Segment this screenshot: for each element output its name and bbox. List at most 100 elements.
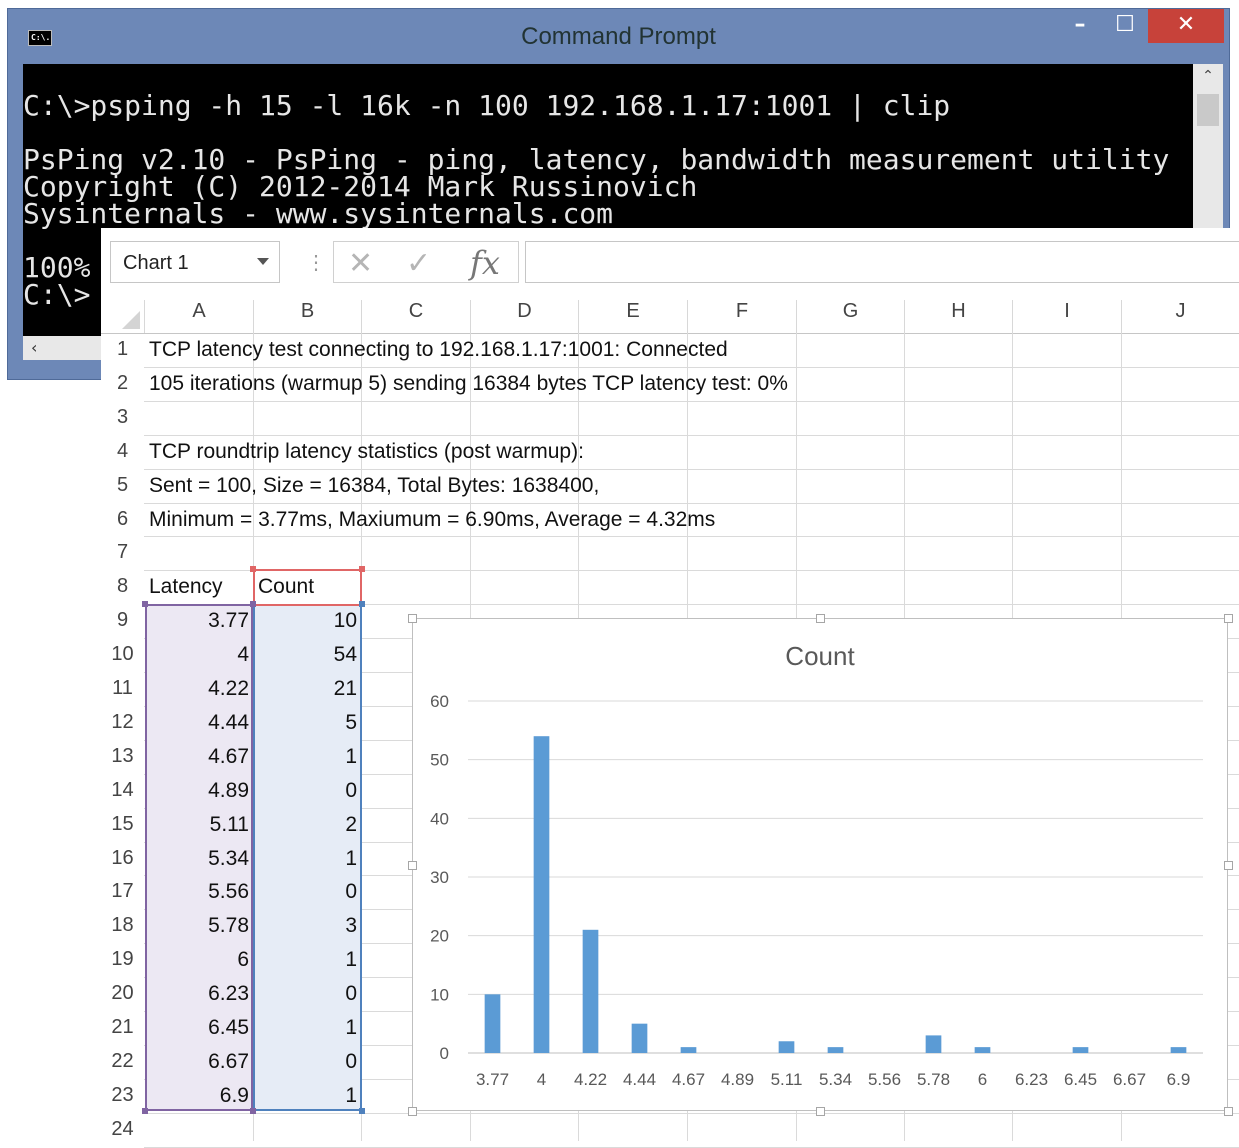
title-bar[interactable]: C:\. Command Prompt – ☐ ✕ xyxy=(8,9,1229,64)
column-header-j[interactable]: J xyxy=(1121,300,1239,333)
scroll-left-icon[interactable]: ‹ xyxy=(31,338,37,357)
column-header-d[interactable]: D xyxy=(470,300,578,333)
chart-resize-handle[interactable] xyxy=(816,614,825,623)
row-header-5[interactable]: 5 xyxy=(101,469,144,503)
cell-a4: TCP roundtrip latency statistics (post w… xyxy=(149,439,584,463)
range-selection-handle[interactable] xyxy=(250,566,256,572)
cancel-icon[interactable]: ✕ xyxy=(348,246,373,281)
bar xyxy=(533,736,550,1053)
y-tick-label: 60 xyxy=(430,692,449,711)
formula-bar-grip-icon: ⋮ xyxy=(306,252,326,274)
chart-resize-handle[interactable] xyxy=(408,1107,417,1116)
cell-a5: Sent = 100, Size = 16384, Total Bytes: 1… xyxy=(149,473,600,497)
chart-resize-handle[interactable] xyxy=(1224,614,1233,623)
row-header-6[interactable]: 6 xyxy=(101,503,144,537)
bar xyxy=(582,929,599,1053)
formula-buttons: ✕ ✓ fx xyxy=(333,241,519,283)
x-tick-label: 5.78 xyxy=(917,1070,950,1089)
column-header-e[interactable]: E xyxy=(578,300,687,333)
bar xyxy=(1170,1047,1187,1053)
row-header-19[interactable]: 19 xyxy=(101,943,144,977)
bar xyxy=(680,1047,697,1053)
row-header-12[interactable]: 12 xyxy=(101,706,144,740)
row-header-20[interactable]: 20 xyxy=(101,977,144,1011)
x-tick-label: 4 xyxy=(537,1070,546,1089)
console-prompt: 100% C:\> xyxy=(23,251,91,311)
chart-resize-handle[interactable] xyxy=(1224,860,1233,870)
maximize-button[interactable]: ☐ xyxy=(1103,9,1147,43)
y-tick-label: 40 xyxy=(430,809,449,828)
column-header-a[interactable]: A xyxy=(144,300,253,333)
row-header-18[interactable]: 18 xyxy=(101,909,144,943)
insert-function-icon[interactable]: fx xyxy=(470,244,500,282)
row-gridline xyxy=(144,1146,1239,1148)
scroll-up-icon[interactable]: ⌃ xyxy=(1193,68,1223,84)
row-header-22[interactable]: 22 xyxy=(101,1045,144,1079)
name-box[interactable]: Chart 1 xyxy=(110,241,280,283)
row-header-21[interactable]: 21 xyxy=(101,1011,144,1045)
row-header-24[interactable]: 24 xyxy=(101,1113,144,1147)
column-header-g[interactable]: G xyxy=(796,300,904,333)
x-tick-label: 5.34 xyxy=(819,1070,852,1089)
count-range-border xyxy=(253,604,362,1111)
x-tick-label: 6.67 xyxy=(1113,1070,1146,1089)
range-selection-handle[interactable] xyxy=(359,601,365,607)
formula-input[interactable] xyxy=(525,241,1239,283)
latency-range-border xyxy=(145,604,253,1111)
select-all-button[interactable] xyxy=(101,300,144,333)
row-header-15[interactable]: 15 xyxy=(101,808,144,842)
bar xyxy=(778,1041,795,1053)
row-header-17[interactable]: 17 xyxy=(101,875,144,909)
x-tick-label: 5.11 xyxy=(771,1070,803,1089)
x-tick-label: 5.56 xyxy=(868,1070,901,1089)
range-selection-handle[interactable] xyxy=(142,1108,148,1114)
row-header-1[interactable]: 1 xyxy=(101,333,144,367)
row-header-8[interactable]: 8 xyxy=(101,570,144,604)
scroll-thumb[interactable] xyxy=(1197,94,1219,126)
row-header-14[interactable]: 14 xyxy=(101,774,144,808)
column-header-c[interactable]: C xyxy=(361,300,470,333)
x-tick-label: 6 xyxy=(978,1070,987,1089)
bar xyxy=(484,994,501,1053)
range-selection-handle[interactable] xyxy=(359,566,365,572)
latency-header-border xyxy=(145,569,253,606)
column-header-i[interactable]: I xyxy=(1012,300,1121,333)
chart-resize-handle[interactable] xyxy=(408,614,417,623)
row-header-3[interactable]: 3 xyxy=(101,401,144,435)
range-selection-handle[interactable] xyxy=(142,601,148,607)
chart-resize-handle[interactable] xyxy=(408,860,417,870)
range-selection-handle[interactable] xyxy=(250,1108,256,1114)
bar xyxy=(974,1047,991,1053)
bar xyxy=(631,1023,648,1053)
row-header-4[interactable]: 4 xyxy=(101,435,144,469)
x-tick-label: 4.22 xyxy=(574,1070,607,1089)
chevron-down-icon[interactable] xyxy=(257,258,269,265)
row-header-10[interactable]: 10 xyxy=(101,638,144,672)
row-header-9[interactable]: 9 xyxy=(101,604,144,638)
x-tick-label: 6.9 xyxy=(1167,1070,1191,1089)
bar xyxy=(925,1035,942,1053)
minimize-button[interactable]: – xyxy=(1058,9,1102,43)
x-tick-label: 6.23 xyxy=(1015,1070,1048,1089)
enter-icon[interactable]: ✓ xyxy=(406,246,431,281)
horizontal-scrollbar[interactable]: ‹ xyxy=(23,336,113,360)
column-header-h[interactable]: H xyxy=(904,300,1012,333)
count-chart[interactable]: Count 0 10 20 30 40 50 60 3.77 4 4.22 4.44 4.67 4.89… xyxy=(408,614,1233,1116)
x-tick-label: 6.45 xyxy=(1064,1070,1097,1089)
chart-resize-handle[interactable] xyxy=(816,1107,825,1116)
row-header-13[interactable]: 13 xyxy=(101,740,144,774)
chart-resize-handle[interactable] xyxy=(1224,1107,1233,1116)
row-header-23[interactable]: 23 xyxy=(101,1079,144,1113)
excel-window: Chart 1 ⋮ ✕ ✓ fx ABCDEFGHIJ TCP latency … xyxy=(101,228,1239,1148)
row-header-11[interactable]: 11 xyxy=(101,672,144,706)
column-header-f[interactable]: F xyxy=(687,300,796,333)
range-selection-handle[interactable] xyxy=(359,1108,365,1114)
row-gridline xyxy=(144,400,1239,402)
row-header-16[interactable]: 16 xyxy=(101,842,144,876)
range-selection-handle[interactable] xyxy=(250,601,256,607)
row-header-2[interactable]: 2 xyxy=(101,367,144,401)
row-header-7[interactable]: 7 xyxy=(101,536,144,570)
column-header-b[interactable]: B xyxy=(253,300,361,333)
y-tick-label: 0 xyxy=(440,1044,449,1063)
close-button[interactable]: ✕ xyxy=(1148,9,1224,43)
